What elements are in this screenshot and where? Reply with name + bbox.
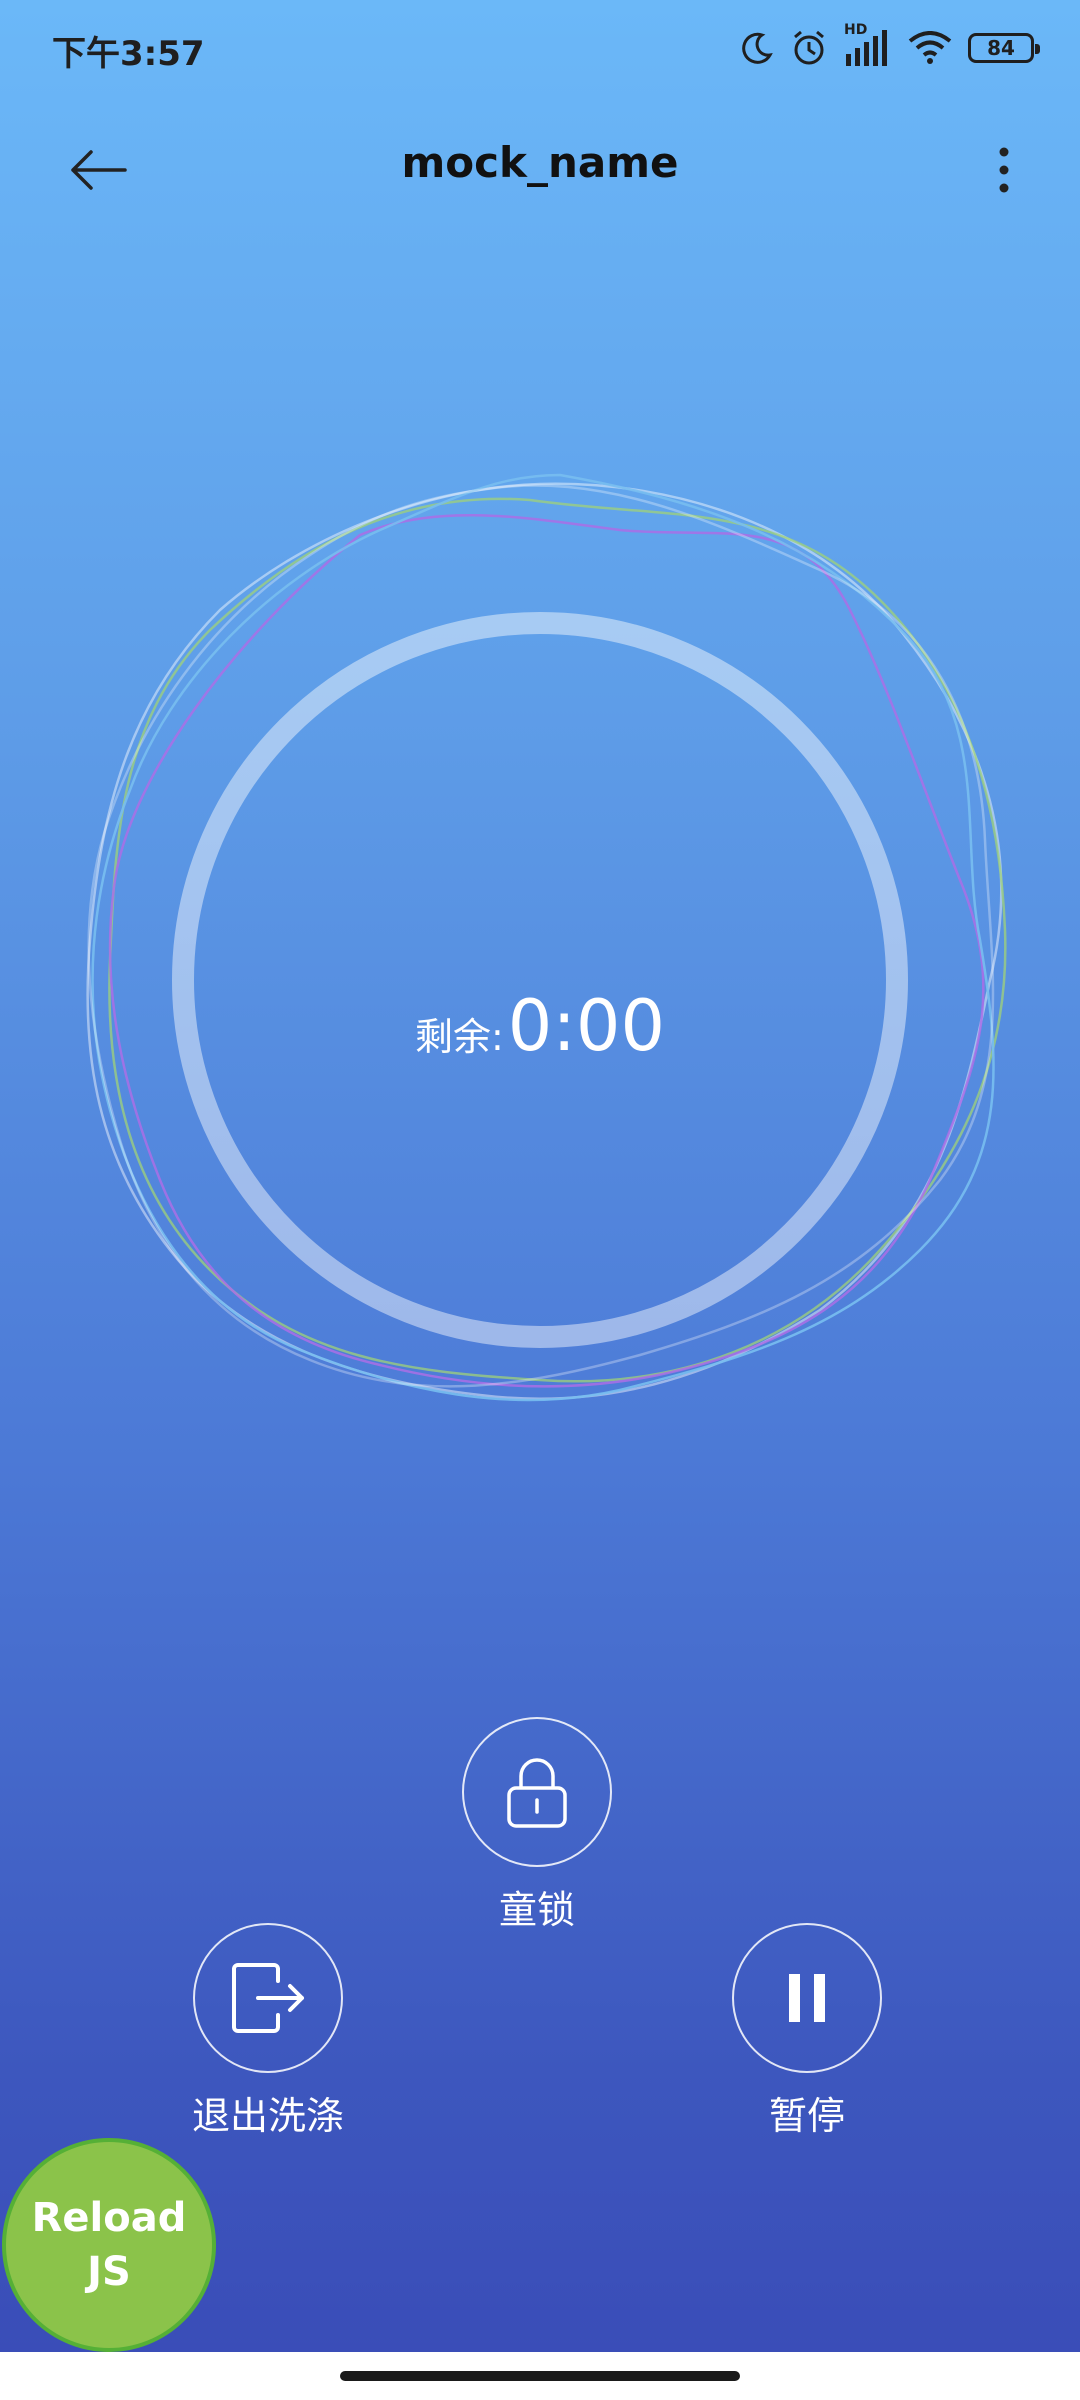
more-vertical-icon: [999, 147, 1009, 193]
wifi-icon: [908, 31, 952, 64]
battery-level: 84: [987, 36, 1015, 60]
reload-js-label: Reload JS: [31, 2195, 187, 2295]
remaining-time: 剩余: 0:00: [0, 985, 1080, 1067]
pause-button[interactable]: 暂停: [732, 1923, 882, 2140]
remaining-label: 剩余:: [414, 1015, 504, 1059]
signal-icon: HD: [844, 22, 892, 68]
wave-ring-graphic: [86, 473, 1007, 1402]
pause-label: 暂停: [768, 2094, 845, 2138]
exit-icon: [232, 1963, 304, 2033]
exit-wash-button[interactable]: 退出洗涤: [192, 1923, 344, 2140]
gesture-nav-handle[interactable]: [340, 2371, 740, 2381]
wave-line: [108, 513, 985, 1388]
reload-js-button[interactable]: Reload JS: [2, 2138, 216, 2352]
progress-ring: [60, 460, 1020, 1420]
child-lock-label: 童锁: [498, 1888, 575, 1932]
more-options-button[interactable]: [964, 130, 1044, 210]
remaining-value: 0:00: [507, 985, 665, 1067]
page-title: mock_name: [401, 138, 679, 187]
child-lock-circle[interactable]: [462, 1717, 612, 1867]
alarm-icon: [794, 30, 824, 65]
lock-icon: [507, 1758, 567, 1828]
moon-icon: [742, 32, 773, 64]
battery-icon: 84: [968, 33, 1040, 63]
exit-wash-circle[interactable]: [193, 1923, 343, 2073]
child-lock-button[interactable]: 童锁: [462, 1717, 612, 1934]
status-time: 下午3:57: [52, 34, 205, 74]
pause-circle[interactable]: [732, 1923, 882, 2073]
washer-running-screen: 下午3:57 HD 84 mock_name 剩余: 0:00 童锁 退出洗涤 …: [0, 0, 1080, 2352]
pause-icon: [789, 1974, 825, 2022]
exit-wash-label: 退出洗涤: [192, 2094, 345, 2138]
status-icons: HD 84: [740, 22, 1040, 74]
